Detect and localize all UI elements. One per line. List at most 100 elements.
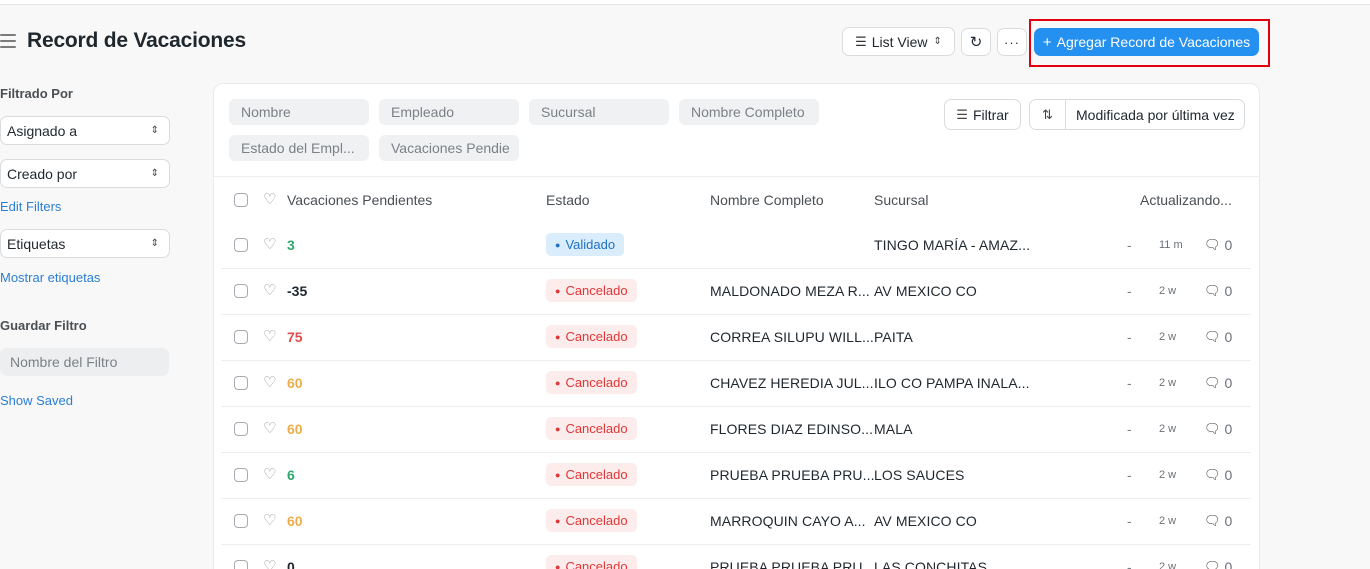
chevron-updown-icon: ⇕: [150, 168, 159, 179]
col-status[interactable]: Estado: [546, 192, 590, 208]
created-by-select[interactable]: Creado por ⇕: [0, 159, 170, 188]
col-pending-vacations[interactable]: Vacaciones Pendientes: [287, 192, 432, 208]
row-checkbox[interactable]: [234, 376, 248, 390]
refresh-button[interactable]: ↻: [961, 28, 991, 56]
modified-age: 11 m: [1159, 239, 1183, 251]
sort-order-icon[interactable]: ⇅: [1030, 100, 1066, 129]
comment-icon: 🗨: [1204, 329, 1221, 344]
show-tags-link[interactable]: Mostrar etiquetas: [0, 270, 100, 285]
edit-filters-link[interactable]: Edit Filters: [0, 199, 61, 214]
row-checkbox[interactable]: [234, 330, 248, 344]
comment-count-value: 0: [1224, 559, 1233, 569]
row-checkbox[interactable]: [234, 560, 248, 569]
refresh-icon: ↻: [969, 34, 983, 51]
status-badge: ● Cancelado: [546, 555, 637, 569]
comment-icon: 🗨: [1204, 237, 1221, 252]
pending-value[interactable]: 6: [287, 467, 295, 483]
filter-icon: ☰: [956, 106, 968, 122]
full-name-cell: FLORES DIAZ EDINSO...: [710, 421, 874, 437]
col-branch[interactable]: Sucursal: [874, 192, 928, 208]
created-by-label: Creado por: [7, 165, 78, 182]
full-name-cell: MARROQUIN CAYO A...: [710, 513, 866, 529]
status-label: Cancelado: [565, 375, 628, 390]
comment-count-value: 0: [1224, 421, 1233, 437]
save-filter-heading: Guardar Filtro: [0, 318, 87, 333]
comment-icon: 🗨: [1204, 283, 1221, 298]
row-checkbox[interactable]: [234, 422, 248, 436]
more-button[interactable]: ···: [997, 28, 1027, 56]
modified-age: 2 w: [1159, 423, 1177, 435]
assigned-to-select[interactable]: Asignado a ⇕: [0, 116, 170, 145]
col-updating: Actualizando...: [1140, 192, 1232, 208]
comment-count[interactable]: 🗨 0: [1204, 237, 1232, 253]
comment-count-value: 0: [1224, 329, 1233, 345]
chevron-updown-icon: ⇕: [150, 125, 159, 136]
dash-cell: -: [1127, 467, 1132, 483]
comment-count[interactable]: 🗨 0: [1204, 513, 1232, 529]
more-icon: ···: [1004, 34, 1020, 50]
pending-value[interactable]: 0: [287, 559, 295, 569]
filtered-by-heading: Filtrado Por: [0, 86, 73, 101]
comment-count[interactable]: 🗨 0: [1204, 283, 1232, 299]
comment-count[interactable]: 🗨 0: [1204, 559, 1232, 569]
chevron-updown-icon: ⇕: [933, 36, 942, 47]
heart-icon[interactable]: ♡: [263, 467, 276, 482]
select-all-checkbox[interactable]: [234, 193, 248, 207]
full-name-cell: MALDONADO MEZA R...: [710, 283, 870, 299]
table-row[interactable]: [221, 222, 1251, 268]
heart-icon[interactable]: ♡: [263, 283, 276, 298]
comment-count-value: 0: [1224, 237, 1233, 253]
modified-age: 2 w: [1159, 469, 1177, 481]
heart-icon[interactable]: ♡: [263, 237, 276, 252]
filter-full-name[interactable]: Nombre Completo: [679, 99, 819, 125]
filter-name[interactable]: Nombre: [229, 99, 369, 125]
filter-employee-status[interactable]: Estado del Empl...: [229, 135, 369, 161]
comment-icon: 🗨: [1204, 421, 1221, 436]
sort-control[interactable]: ⇅ Modificada por última vez: [1029, 99, 1245, 130]
show-saved-link[interactable]: Show Saved: [0, 393, 73, 408]
filter-employee[interactable]: Empleado: [379, 99, 519, 125]
pending-value[interactable]: -35: [287, 283, 307, 299]
filter-pending-vacations[interactable]: Vacaciones Pendie: [379, 135, 519, 161]
full-name-cell: PRUEBA PRUEBA PRU...: [710, 467, 875, 483]
list-view-select[interactable]: ☰ List View ⇕: [842, 27, 955, 56]
dot-icon: ●: [555, 469, 561, 480]
dash-cell: -: [1127, 375, 1132, 391]
filter-name-input[interactable]: Nombre del Filtro: [0, 348, 169, 376]
row-checkbox[interactable]: [234, 284, 248, 298]
status-badge: ● Cancelado: [546, 417, 637, 440]
sort-field-label[interactable]: Modificada por última vez: [1066, 100, 1244, 129]
row-checkbox[interactable]: [234, 514, 248, 528]
pending-value[interactable]: 60: [287, 421, 303, 437]
heart-icon[interactable]: ♡: [263, 192, 276, 207]
comment-count[interactable]: 🗨 0: [1204, 375, 1232, 391]
col-full-name[interactable]: Nombre Completo: [710, 192, 824, 208]
heart-icon[interactable]: ♡: [263, 513, 276, 528]
heart-icon[interactable]: ♡: [263, 421, 276, 436]
pending-value[interactable]: 75: [287, 329, 303, 345]
dot-icon: ●: [555, 561, 561, 569]
pending-value[interactable]: 3: [287, 237, 295, 253]
comment-count[interactable]: 🗨 0: [1204, 329, 1232, 345]
status-label: Cancelado: [565, 467, 628, 482]
comment-count[interactable]: 🗨 0: [1204, 467, 1232, 483]
filter-branch[interactable]: Sucursal: [529, 99, 669, 125]
tags-select[interactable]: Etiquetas ⇕: [0, 229, 170, 258]
status-label: Cancelado: [565, 329, 628, 344]
heart-icon[interactable]: ♡: [263, 329, 276, 344]
row-checkbox[interactable]: [234, 238, 248, 252]
heart-icon[interactable]: ♡: [263, 559, 276, 569]
filter-button[interactable]: ☰ Filtrar: [944, 99, 1021, 130]
dash-cell: -: [1127, 237, 1132, 253]
dot-icon: ●: [555, 285, 561, 296]
pending-value[interactable]: 60: [287, 513, 303, 529]
menu-icon[interactable]: [0, 34, 18, 48]
modified-age: 2 w: [1159, 377, 1177, 389]
pending-value[interactable]: 60: [287, 375, 303, 391]
comment-count[interactable]: 🗨 0: [1204, 421, 1232, 437]
branch-cell: AV MEXICO CO: [874, 283, 977, 299]
status-badge: ● Cancelado: [546, 325, 637, 348]
heart-icon[interactable]: ♡: [263, 375, 276, 390]
row-checkbox[interactable]: [234, 468, 248, 482]
filter-button-label: Filtrar: [972, 106, 1009, 123]
